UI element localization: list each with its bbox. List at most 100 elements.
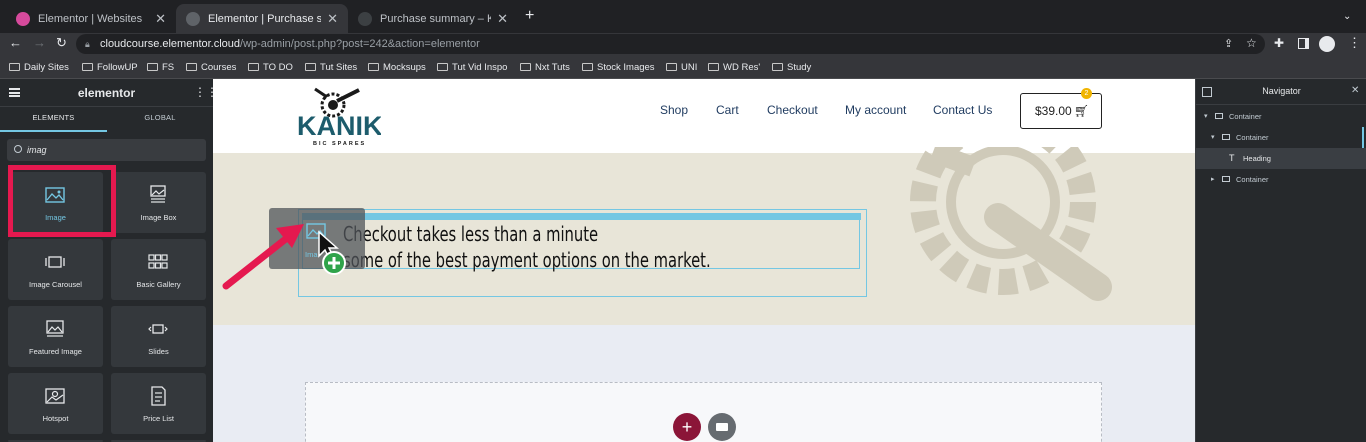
drop-area[interactable]: + [305,382,1102,442]
navigator-item-container[interactable]: ▾ Container [1196,127,1366,148]
bookmark-folder[interactable]: FollowUP [82,60,138,74]
widget-label: Hotspot [42,414,69,423]
nav-my-account[interactable]: My account [845,103,906,117]
selection-marker [1362,127,1364,148]
bookmark-label: TO DO [263,61,293,73]
profile-avatar[interactable] [1319,36,1335,52]
bookmark-folder[interactable]: Mocksups [368,60,426,74]
bookmark-folder[interactable]: Nxt Tuts [520,60,570,74]
browser-tab[interactable]: Purchase summary – Kanika Pa ✕ [348,4,518,33]
widget-price-list[interactable]: Price List [111,373,206,434]
back-icon[interactable]: ← [9,36,22,50]
widget-basic-gallery[interactable]: Basic Gallery [111,239,206,300]
widget-label: Featured Image [29,347,82,356]
navigator-item-label: Container [1229,112,1262,121]
bookmark-label: Nxt Tuts [535,61,570,73]
add-template-button[interactable] [708,413,736,441]
heading-type-icon: T [1229,153,1235,163]
bookmark-star-icon[interactable]: ☆ [1246,36,1257,50]
heading-widget[interactable]: Checkout takes less than a minute some o… [302,213,861,272]
navigator-item-container[interactable]: ▾ Container [1196,106,1366,127]
widget-featured-image[interactable]: Featured Image [8,306,103,367]
widget-image-carousel[interactable]: Image Carousel [8,239,103,300]
hotspot-icon [45,388,65,404]
browser-tab-active[interactable]: Elementor | Purchase summary ✕ [176,4,348,33]
widget-image-box[interactable]: Image Box [111,172,206,233]
tab-search-icon[interactable]: ⌄ [1343,10,1351,24]
divider [1196,104,1366,105]
bookmark-label: Courses [201,61,237,73]
cart-button[interactable]: $39.00 🛒︎ 2 [1020,88,1102,129]
bookmark-folder[interactable]: Tut Vid Inspo [437,60,507,74]
close-tab-icon[interactable]: ✕ [327,11,338,27]
container-icon [1222,176,1230,182]
folder-icon [248,63,259,71]
drop-indicator [303,213,861,220]
share-icon[interactable]: ⇪ [1224,37,1233,51]
tab-title: Purchase summary – Kanika Pa [380,12,492,25]
folder-icon [716,423,728,431]
menu-kebab-icon[interactable]: ⋮ [1348,36,1361,50]
bookmark-label: Daily Sites [24,61,69,73]
bookmark-folder[interactable]: TO DO [248,60,293,74]
folder-icon [82,63,93,71]
highlight-box [8,165,116,237]
widget-hotspot[interactable]: Hotspot [8,373,103,434]
close-icon[interactable]: ✕ [1351,85,1359,96]
search-value: imag [27,145,47,155]
bookmark-label: Mocksups [383,61,426,73]
annotation-arrow-icon [222,224,304,290]
kanika-logo[interactable]: KANIKA BIC SPARES [297,87,381,149]
widget-search-input[interactable]: imag [7,139,206,161]
bookmark-label: UNI [681,61,698,73]
folder-icon [305,63,316,71]
add-section-button[interactable]: + [673,413,701,441]
chevron-down-icon[interactable]: ▾ [1204,106,1208,127]
nav-checkout[interactable]: Checkout [767,103,818,117]
bookmark-folder[interactable]: Daily Sites [9,60,69,74]
cursor-with-add-icon [318,230,346,275]
chevron-down-icon[interactable]: ▾ [1211,127,1215,148]
navigator-item-heading[interactable]: T Heading [1196,148,1366,169]
new-tab-button[interactable]: + [525,8,534,24]
folder-icon [582,63,593,71]
widget-slides[interactable]: Slides [111,306,206,367]
heading-line-1: Checkout takes less than a minute [343,222,599,246]
nav-contact-us[interactable]: Contact Us [933,103,992,117]
tab-title: Elementor | Purchase summary [208,12,322,25]
bookmark-folder[interactable]: UNI [666,60,697,74]
browser-tab[interactable]: Elementor | Websites ✕ [6,4,176,33]
tab-elements[interactable]: ELEMENTS [0,107,107,132]
nav-shop[interactable]: Shop [660,103,688,117]
image-carousel-icon [45,256,65,268]
cart-price: $39.00 [1035,104,1072,118]
address-bar[interactable]: 🔒︎ cloudcourse.elementor.cloud/wp-admin/… [76,34,1265,54]
bookmark-folder[interactable]: FS [147,60,174,74]
folder-icon [9,63,20,71]
navigator-panel: Navigator ✕ ▾ Container ▾ Container T He… [1195,79,1366,442]
forward-icon[interactable]: → [33,36,46,50]
nav-cart[interactable]: Cart [716,103,739,117]
tab-global[interactable]: GLOBAL [107,107,213,132]
folder-icon [708,63,719,71]
cart-icon: 🛒︎ [1074,104,1090,118]
site-favicon-icon [358,11,372,26]
reload-icon[interactable]: ↻ [56,36,67,50]
heading-line-2: some of the best payment options on the … [343,248,711,272]
bookmark-folder[interactable]: WD Res' [708,60,760,74]
bookmark-folder[interactable]: Tut Sites [305,60,357,74]
close-tab-icon[interactable]: ✕ [497,11,508,27]
chevron-right-icon[interactable]: ▸ [1211,169,1215,190]
elementor-panel: elementor ⋮⋮ ELEMENTS GLOBAL imag Image … [0,79,218,442]
extensions-icon[interactable]: ✚ [1274,36,1284,50]
bookmark-folder[interactable]: Courses [186,60,236,74]
tab-title: Elementor | Websites [38,12,143,25]
bookmark-label: Tut Sites [320,61,358,73]
widget-label: Basic Gallery [136,280,181,289]
bookmark-folder[interactable]: Study [772,60,811,74]
close-tab-icon[interactable]: ✕ [155,11,166,27]
site-header: KANIKA BIC SPARES Shop Cart Checkout My … [213,79,1195,153]
sidebar-toggle-icon[interactable] [1298,38,1309,49]
bookmark-folder[interactable]: Stock Images [582,60,655,74]
navigator-item-container[interactable]: ▸ Container [1196,169,1366,190]
